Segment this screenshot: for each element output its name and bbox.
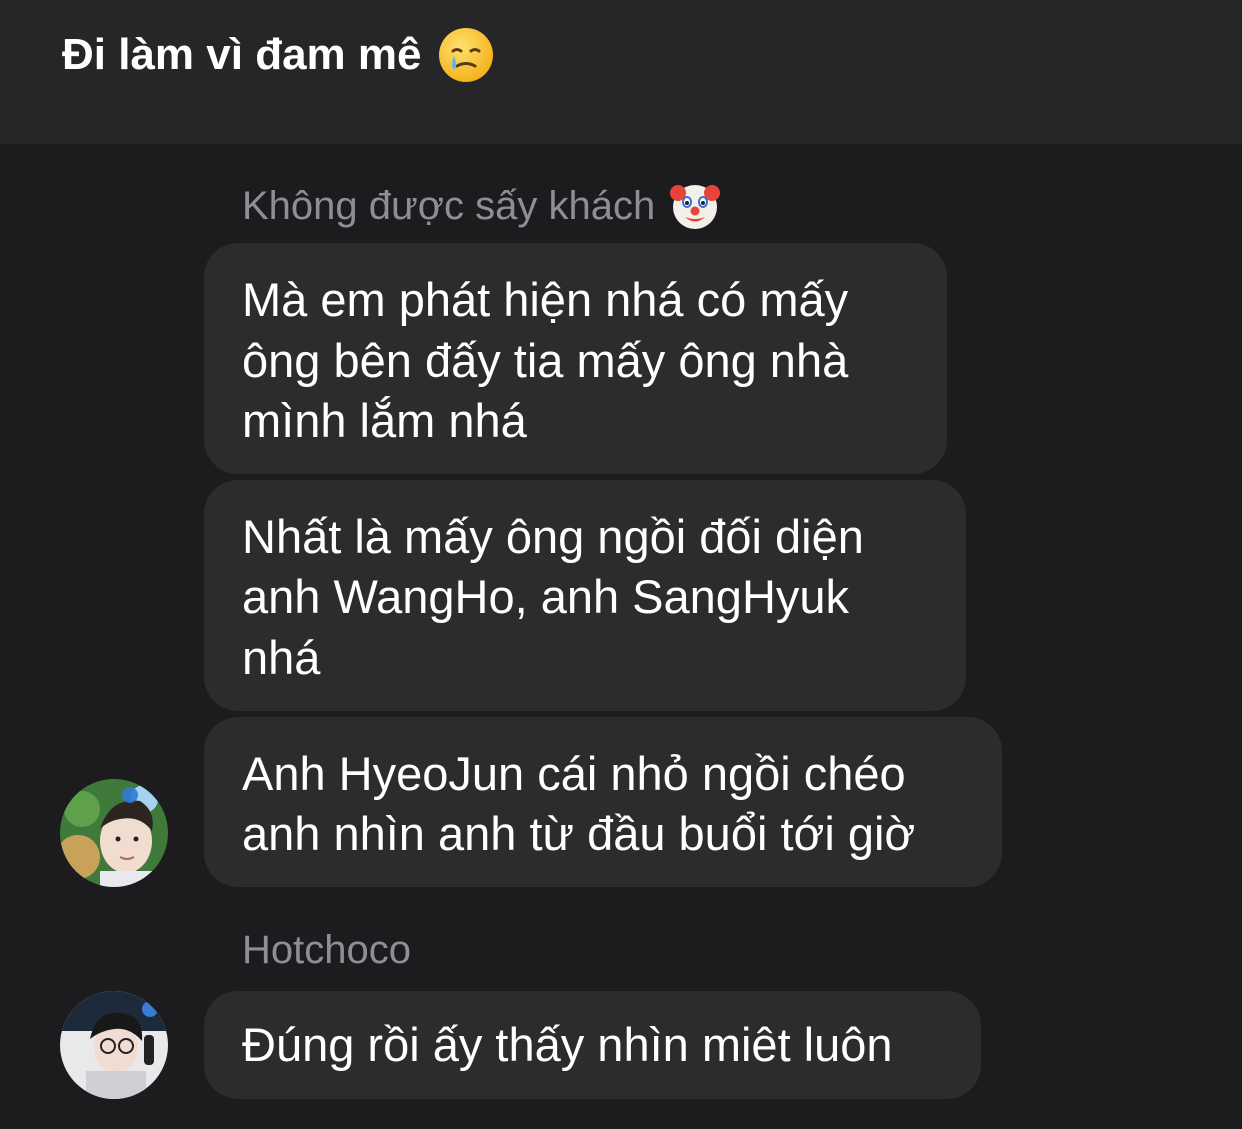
avatar[interactable] — [60, 991, 168, 1099]
clown-face-icon — [669, 180, 721, 232]
message-line: ông bên đấy tia mấy ông nhà — [242, 334, 849, 387]
message-line: anh WangHo, anh SangHyuk — [242, 570, 850, 623]
message-bubble[interactable]: Mà em phát hiện nhá có mấy ông bên đấy t… — [204, 243, 947, 474]
chat-header: Đi làm vì đam mê — [0, 0, 1242, 144]
message-bubble[interactable]: Nhất là mấy ông ngồi đối diện anh WangHo… — [204, 480, 966, 711]
message-line: nhá — [242, 631, 321, 684]
message-line: anh nhìn anh từ đầu buổi tới giờ — [242, 807, 916, 860]
crying-face-icon — [437, 26, 495, 84]
chat-title-text: Đi làm vì đam mê — [62, 30, 422, 79]
sender-name[interactable]: Hotchoco — [242, 928, 411, 973]
sender-name-text: Hotchoco — [242, 928, 411, 972]
message-bubble[interactable]: Đúng rồi ấy thấy nhìn miêt luôn — [204, 991, 981, 1099]
chat-title[interactable]: Đi làm vì đam mê — [62, 26, 495, 84]
sender-name[interactable]: Không được sấy khách — [242, 180, 721, 232]
message-line: Nhất là mấy ông ngồi đối diện — [242, 510, 864, 563]
message-line: mình lắm nhá — [242, 394, 527, 447]
message-line: Đúng rồi ấy thấy nhìn miêt luôn — [242, 1018, 893, 1071]
message-line: Anh HyeoJun cái nhỏ ngồi chéo — [242, 747, 906, 800]
sender-name-text: Không được sấy khách — [242, 183, 656, 228]
message-line: Mà em phát hiện nhá có mấy — [242, 273, 849, 326]
avatar[interactable] — [60, 779, 168, 887]
message-bubble[interactable]: Anh HyeoJun cái nhỏ ngồi chéo anh nhìn a… — [204, 717, 1002, 887]
